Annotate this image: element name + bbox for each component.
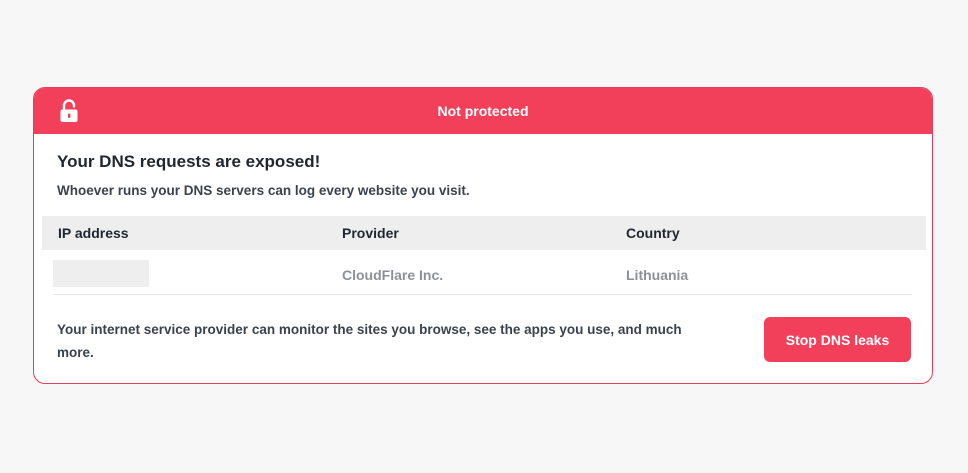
exposed-description: Whoever runs your DNS servers can log ev… — [57, 183, 470, 198]
column-header-ip: IP address — [58, 225, 129, 241]
exposed-headline: Your DNS requests are exposed! — [57, 152, 321, 171]
stop-dns-leaks-button[interactable]: Stop DNS leaks — [764, 317, 911, 362]
status-banner: Not protected — [34, 88, 932, 134]
column-header-provider: Provider — [342, 225, 399, 241]
table-row: CloudFlare Inc. Lithuania — [53, 250, 912, 295]
provider-cell: CloudFlare Inc. — [342, 267, 444, 283]
status-title: Not protected — [437, 103, 529, 119]
ip-address-placeholder — [53, 260, 149, 287]
country-cell: Lithuania — [626, 267, 689, 283]
column-header-country: Country — [626, 225, 680, 241]
dns-leak-card: Not protected Your DNS requests are expo… — [33, 87, 933, 384]
isp-warning-text: Your internet service provider can monit… — [57, 322, 682, 360]
table-header: IP address Provider Country — [42, 216, 926, 250]
